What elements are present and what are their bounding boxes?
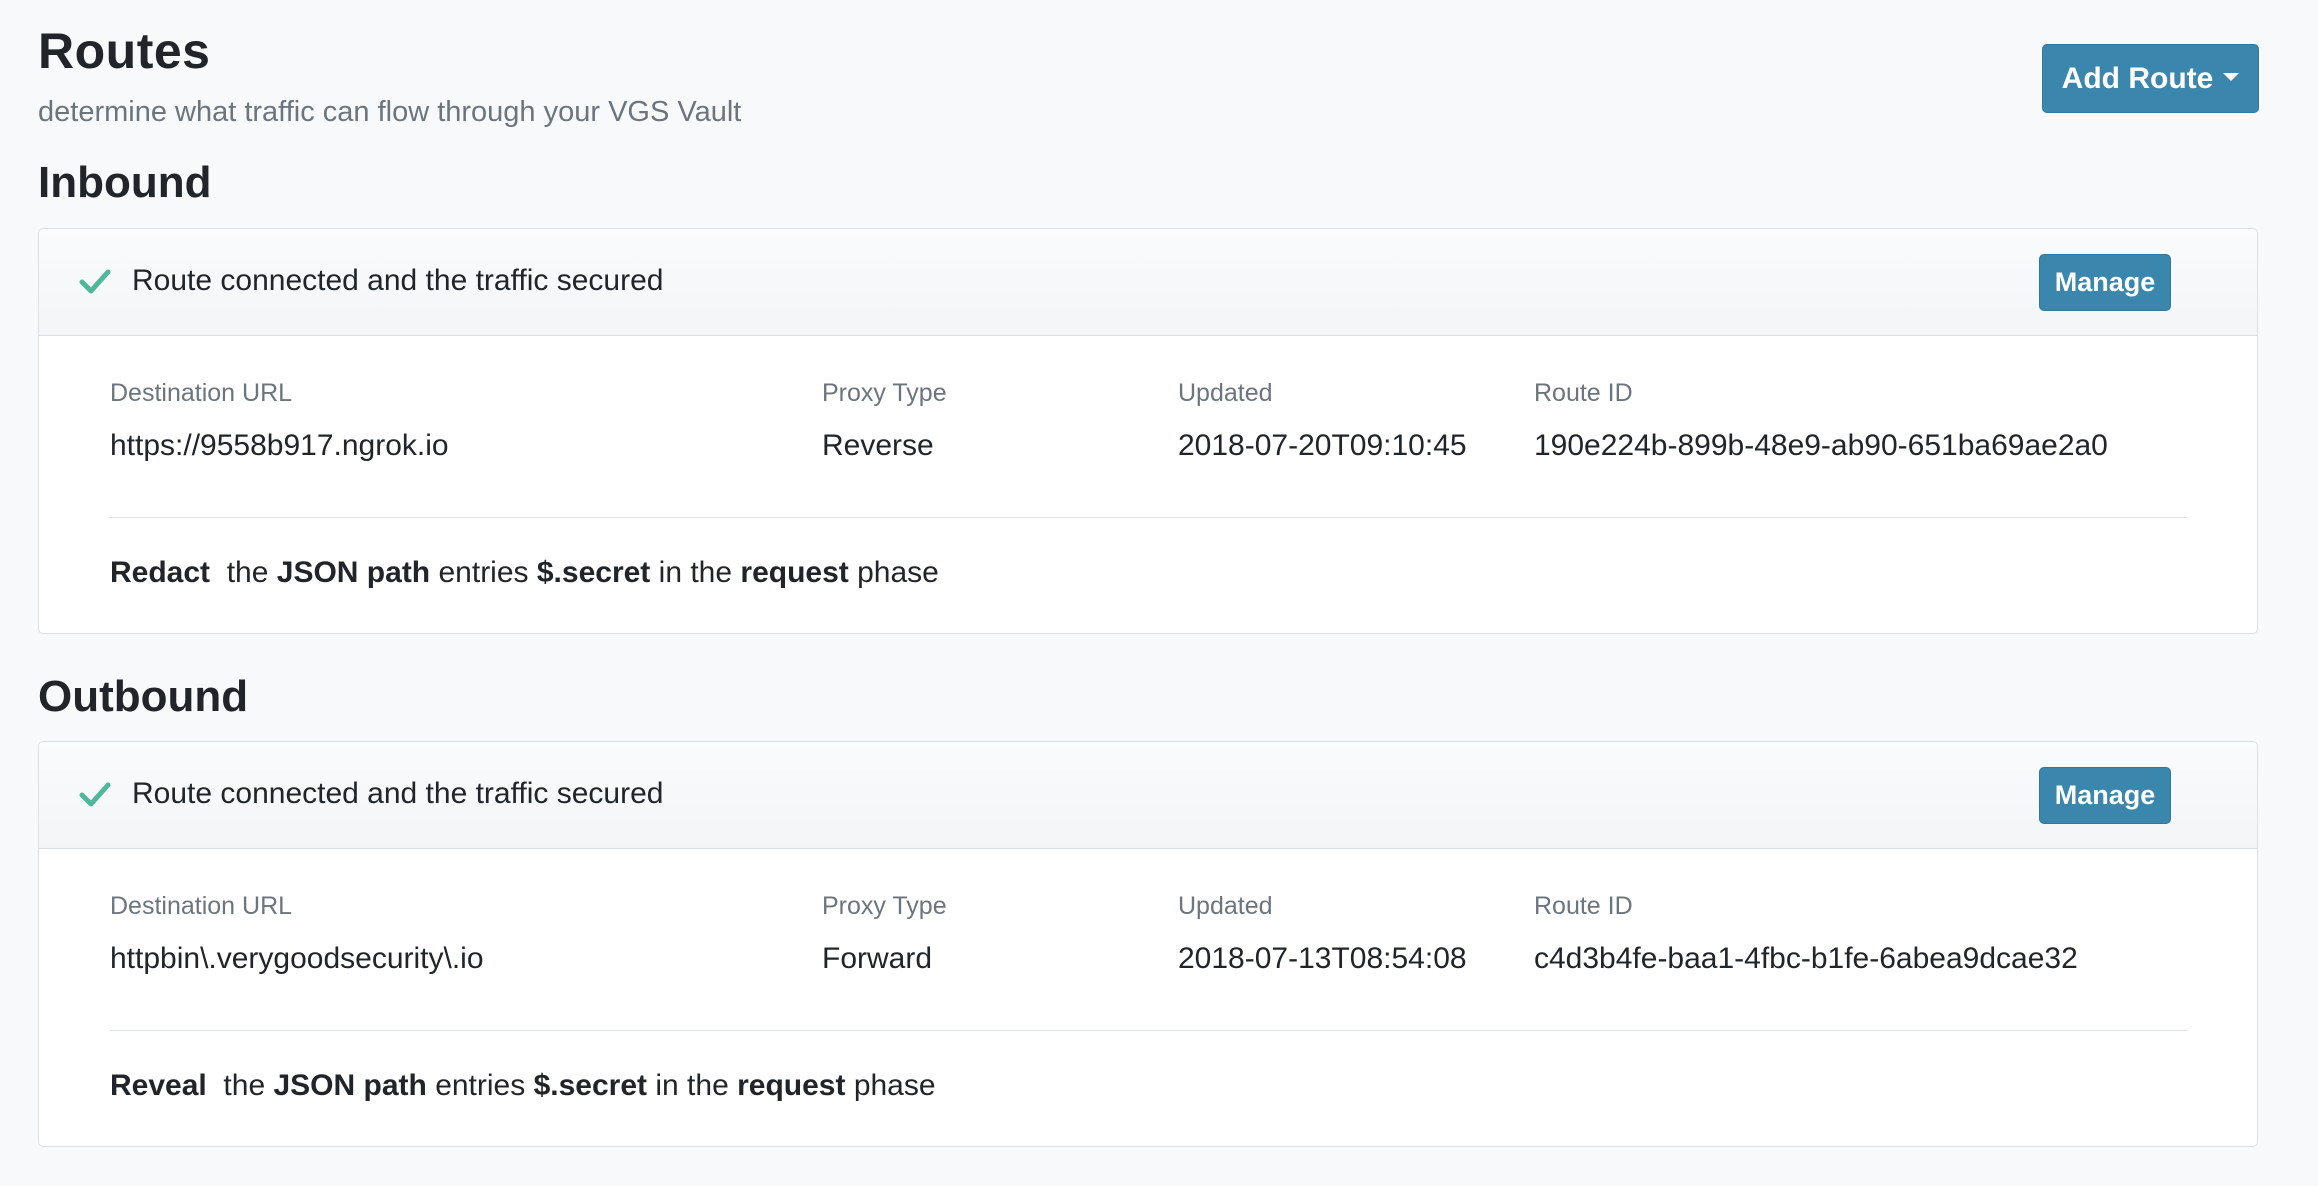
route-id-label: Route ID [1534, 892, 1633, 920]
destination-url-label: Destination URL [110, 379, 293, 407]
rule-phase-name: request [737, 1069, 846, 1102]
rule-path: $.secret [536, 556, 651, 589]
updated-label: Updated [1178, 892, 1273, 920]
rule-path: $.secret [533, 1069, 648, 1102]
rule-text-phase: phase [853, 1069, 936, 1102]
caret-down-icon [2223, 72, 2240, 81]
route-card-header: Route connected and the traffic secured … [39, 229, 2257, 336]
rule-text-phase: phase [857, 556, 939, 589]
card-divider [110, 517, 2187, 518]
manage-button-outbound[interactable]: Manage [2039, 767, 2171, 824]
rule-text-entries: entries [435, 1069, 526, 1102]
check-icon [79, 269, 111, 294]
route-id-value: 190e224b-899b-48e9-ab90-651ba69ae2a0 [1534, 429, 2108, 462]
add-route-button[interactable]: Add Route [2042, 44, 2259, 113]
add-route-label: Add Route [2061, 61, 2214, 95]
rule-text-entries: entries [438, 556, 529, 589]
routes-page: Routes determine what traffic can flow t… [0, 0, 2318, 1186]
updated-value: 2018-07-13T08:54:08 [1178, 942, 1467, 975]
section-title-inbound: Inbound [38, 158, 212, 207]
proxy-type-label: Proxy Type [822, 892, 947, 920]
updated-value: 2018-07-20T09:10:45 [1178, 429, 1467, 462]
proxy-type-value: Forward [822, 942, 933, 975]
rule-text-the: the [223, 1069, 266, 1102]
destination-url-value: https://9558b917.ngrok.io [110, 429, 449, 462]
manage-button-inbound[interactable]: Manage [2039, 254, 2171, 311]
proxy-type-value: Reverse [822, 429, 934, 462]
rule-operation: Reveal [110, 1069, 207, 1102]
route-card-header: Route connected and the traffic secured … [39, 742, 2257, 849]
rule-text-in-the: in the [655, 1069, 729, 1102]
card-divider [110, 1030, 2187, 1031]
rule-operation: Redact [110, 556, 211, 589]
page-subtitle: determine what traffic can flow through … [38, 96, 742, 128]
route-rule-description: Reveal the JSON path entries $.secret in… [110, 1069, 936, 1103]
rule-text-in-the: in the [658, 556, 733, 589]
section-title-outbound: Outbound [38, 672, 249, 721]
updated-label: Updated [1178, 379, 1273, 407]
route-id-value: c4d3b4fe-baa1-4fbc-b1fe-6abea9dcae32 [1534, 942, 2078, 975]
rule-target: JSON path [276, 556, 431, 589]
route-status-text: Route connected and the traffic secured [132, 264, 664, 297]
route-card-inbound: Route connected and the traffic secured … [38, 228, 2258, 634]
route-rule-description: Redact the JSON path entries $.secret in… [110, 556, 939, 590]
page-title: Routes [38, 23, 211, 79]
rule-target: JSON path [273, 1069, 427, 1102]
route-id-label: Route ID [1534, 379, 1633, 407]
destination-url-value: httpbin\.verygoodsecurity\.io [110, 942, 484, 975]
route-status-text: Route connected and the traffic secured [132, 777, 664, 810]
route-card-outbound: Route connected and the traffic secured … [38, 741, 2258, 1147]
proxy-type-label: Proxy Type [822, 379, 947, 407]
destination-url-label: Destination URL [110, 892, 293, 920]
check-icon [79, 782, 111, 807]
rule-phase-name: request [740, 556, 849, 589]
rule-text-the: the [226, 556, 269, 589]
